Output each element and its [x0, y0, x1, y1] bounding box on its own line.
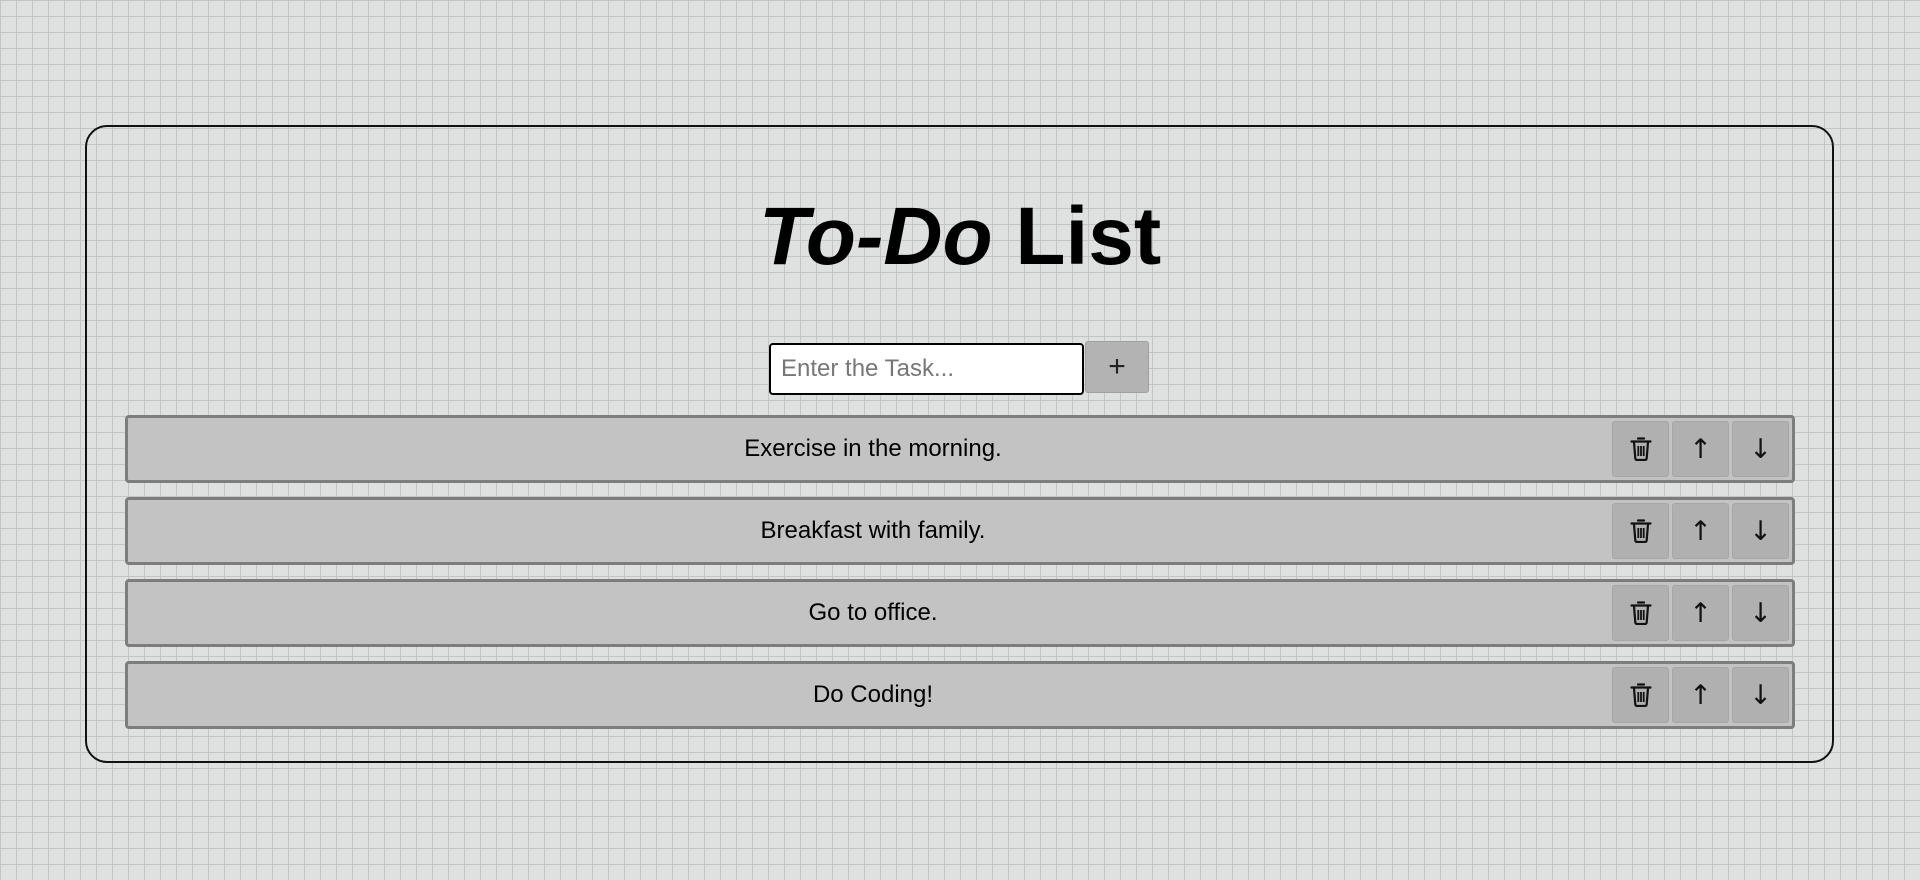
delete-task-button[interactable] — [1612, 585, 1669, 641]
trash-icon — [1629, 519, 1652, 543]
task-text: Exercise in the morning. — [744, 435, 1002, 462]
move-up-button[interactable]: ↑ — [1672, 667, 1729, 723]
arrow-down-icon: ↓ — [1749, 433, 1772, 465]
arrow-up-icon: ↑ — [1689, 515, 1712, 547]
move-up-button[interactable]: ↑ — [1672, 503, 1729, 559]
move-down-button[interactable]: ↓ — [1732, 503, 1789, 559]
task-text: Do Coding! — [812, 681, 934, 708]
trash-icon — [1629, 683, 1652, 707]
task-input-row: + — [769, 341, 1149, 395]
delete-task-button[interactable] — [1612, 503, 1669, 559]
task-actions: ↑ ↓ — [1609, 585, 1789, 641]
arrow-down-icon: ↓ — [1749, 679, 1772, 711]
trash-icon — [1629, 437, 1652, 461]
task-input[interactable] — [769, 343, 1084, 395]
arrow-down-icon: ↓ — [1749, 597, 1772, 629]
task-actions: ↑ ↓ — [1609, 503, 1789, 559]
task-item: Go to office. ↑ ↓ — [125, 579, 1795, 647]
arrow-up-icon: ↑ — [1689, 679, 1712, 711]
arrow-down-icon: ↓ — [1749, 515, 1772, 547]
task-text: Breakfast with family. — [760, 517, 986, 544]
task-list: Exercise in the morning. ↑ ↓ Breakfast w… — [125, 415, 1795, 743]
move-up-button[interactable]: ↑ — [1672, 585, 1729, 641]
page-title: To-Do List — [0, 187, 1920, 287]
plus-icon: + — [1108, 350, 1126, 383]
title-rest-part: List — [992, 191, 1162, 282]
add-task-button[interactable]: + — [1085, 341, 1149, 393]
task-actions: ↑ ↓ — [1609, 421, 1789, 477]
move-down-button[interactable]: ↓ — [1732, 585, 1789, 641]
trash-icon — [1629, 601, 1652, 625]
arrow-up-icon: ↑ — [1689, 597, 1712, 629]
delete-task-button[interactable] — [1612, 667, 1669, 723]
move-up-button[interactable]: ↑ — [1672, 421, 1729, 477]
task-item: Breakfast with family. ↑ ↓ — [125, 497, 1795, 565]
task-item: Do Coding! ↑ ↓ — [125, 661, 1795, 729]
delete-task-button[interactable] — [1612, 421, 1669, 477]
move-down-button[interactable]: ↓ — [1732, 667, 1789, 723]
task-actions: ↑ ↓ — [1609, 667, 1789, 723]
task-text: Go to office. — [808, 599, 938, 626]
task-item: Exercise in the morning. ↑ ↓ — [125, 415, 1795, 483]
move-down-button[interactable]: ↓ — [1732, 421, 1789, 477]
arrow-up-icon: ↑ — [1689, 433, 1712, 465]
title-italic-part: To-Do — [758, 191, 993, 282]
